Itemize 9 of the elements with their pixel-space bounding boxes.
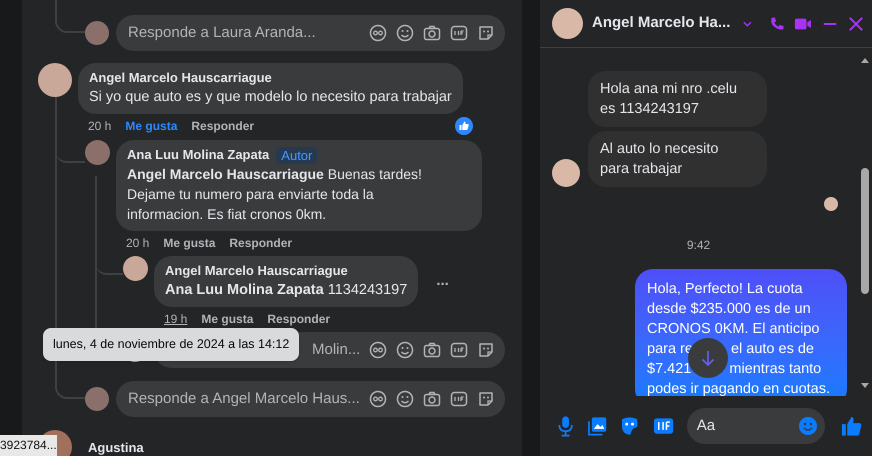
message-bubble: Al auto lo necesito para trabajar (588, 131, 767, 187)
date-tooltip: lunes, 4 de noviembre de 2024 a las 14:12 (43, 328, 300, 361)
message-bubble: Hola ana mi nro .celu es 1134243197 (588, 71, 767, 127)
link-tooltip: 3923784... (0, 435, 57, 456)
author-badge: Autor (276, 146, 318, 164)
comment-text: Angel Marcelo Hauscarriague Buenas tardes! Dejame tu numero para enviarte toda la informacion. Es fiat cronos 0km. (127, 165, 423, 224)
comment-text: Ana Luu Molina Zapata 1134243197 (165, 281, 408, 300)
message-timestamp: 9:42 (686, 238, 710, 252)
comment-text: Si yo que auto es y que modelo lo necesito para trabajar (89, 88, 452, 107)
